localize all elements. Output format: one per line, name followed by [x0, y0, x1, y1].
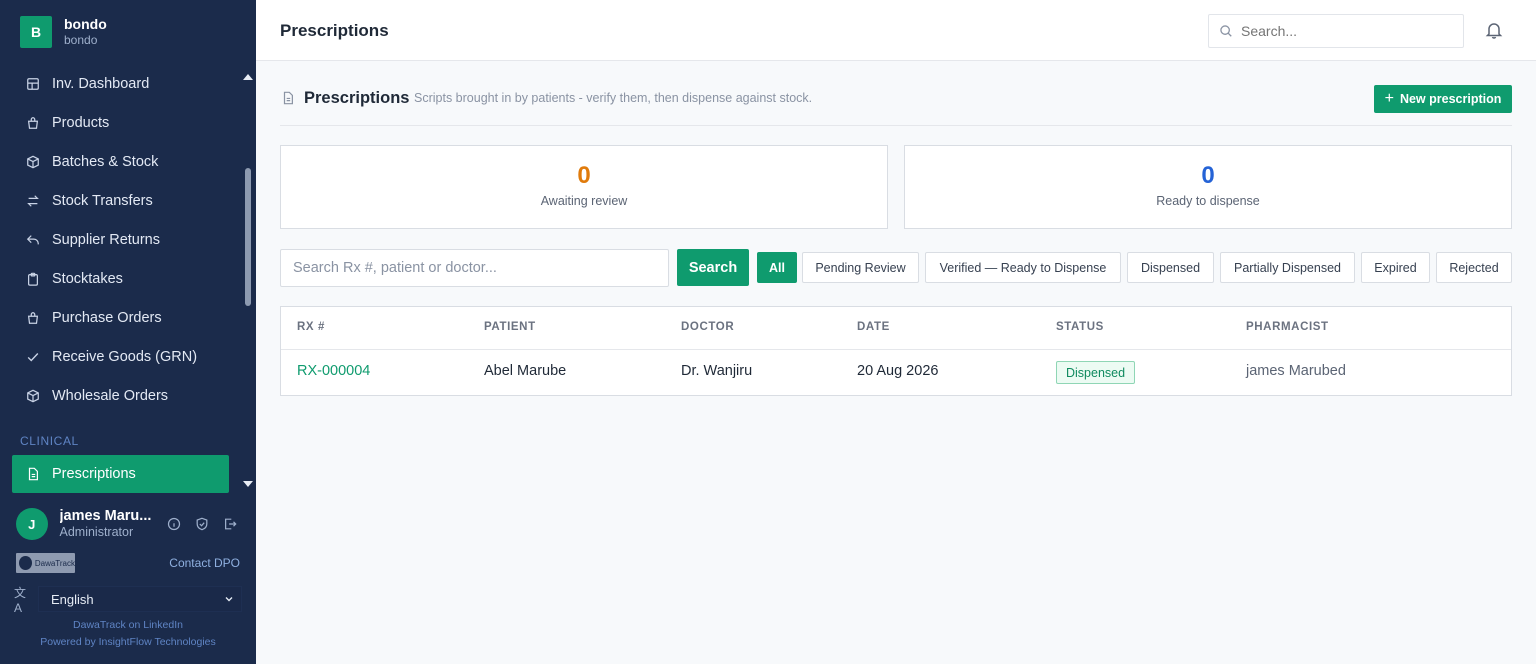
- sidebar-item-purchase-orders[interactable]: Purchase Orders: [12, 298, 240, 337]
- stat-value: 0: [1201, 162, 1215, 189]
- sidebar-item-label: Receive Goods (GRN): [52, 348, 198, 365]
- stat-label: Awaiting review: [540, 193, 628, 208]
- transfer-icon: [27, 194, 39, 207]
- nav-section-clinical: CLINICAL: [20, 434, 79, 448]
- scroll-up-arrow[interactable]: [243, 74, 253, 80]
- search-icon: [1220, 25, 1232, 37]
- sidebar-item-label: Wholesale Orders: [52, 387, 169, 404]
- sidebar-nav: Inv. Dashboard Products Batches & Stock …: [12, 64, 240, 415]
- language-value: English: [51, 591, 94, 607]
- clipboard-icon: [28, 272, 38, 286]
- sidebar-item-label: Stock Transfers: [52, 192, 153, 209]
- sidebar-item-label: Inv. Dashboard: [52, 75, 150, 92]
- avatar[interactable]: J: [16, 508, 48, 540]
- search-button[interactable]: Search: [677, 249, 749, 286]
- filter-chip-verified[interactable]: Verified — Ready to Dispense: [925, 252, 1121, 283]
- sidebar-item-stock-transfers[interactable]: Stock Transfers: [12, 181, 240, 220]
- dawatrack-logo[interactable]: DawaTrack: [16, 553, 75, 573]
- column-header-doctor[interactable]: DOCTOR: [681, 321, 734, 333]
- prescription-search-input[interactable]: [280, 249, 669, 287]
- info-icon[interactable]: [160, 514, 188, 534]
- section-title: Prescriptions: [304, 89, 410, 107]
- bag-icon: [27, 311, 39, 324]
- stat-value: 0: [577, 162, 591, 189]
- sidebar-item-supplier-returns[interactable]: Supplier Returns: [12, 220, 240, 259]
- return-icon: [26, 234, 39, 244]
- prescriptions-table: RX # PATIENT DOCTOR DATE STATUS PHARMACI…: [280, 306, 1512, 396]
- box-icon: [27, 389, 39, 402]
- brand[interactable]: B bondo bondo: [20, 16, 107, 48]
- sidebar-item-inv-dashboard[interactable]: Inv. Dashboard: [12, 64, 240, 103]
- sidebar-item-products[interactable]: Products: [12, 103, 240, 142]
- chevron-down-icon: [225, 597, 233, 602]
- linkedin-link[interactable]: DawaTrack on LinkedIn: [0, 619, 256, 631]
- sidebar: B bondo bondo Inv. Dashboard Products Ba…: [0, 0, 256, 664]
- user-role: Administrator: [59, 525, 134, 540]
- contact-dpo-link[interactable]: Contact DPO: [169, 556, 240, 570]
- column-header-date[interactable]: DATE: [857, 321, 890, 333]
- check-icon: [27, 352, 39, 362]
- sidebar-item-label: Stocktakes: [52, 270, 123, 287]
- filter-chip-pending-review[interactable]: Pending Review: [802, 252, 919, 283]
- sidebar-item-receive-goods[interactable]: Receive Goods (GRN): [12, 337, 240, 376]
- page-header: Prescriptions Scripts brought in by pati…: [280, 85, 1512, 126]
- brand-name: bondo: [64, 16, 107, 33]
- new-prescription-button[interactable]: + New prescription: [1374, 85, 1512, 113]
- bell-icon[interactable]: [1484, 20, 1504, 40]
- brand-logo: B: [20, 16, 52, 48]
- header-divider: [281, 349, 1511, 350]
- sidebar-item-label: Batches & Stock: [52, 153, 159, 170]
- column-header-pharmacist[interactable]: PHARMACIST: [1246, 321, 1329, 333]
- sidebar-item-stocktakes[interactable]: Stocktakes: [12, 259, 240, 298]
- status-badge: Dispensed: [1056, 361, 1136, 384]
- logout-icon[interactable]: [216, 514, 244, 534]
- sidebar-item-label: Purchase Orders: [52, 309, 162, 326]
- filter-chip-expired[interactable]: Expired: [1361, 252, 1430, 283]
- doctor-cell: Dr. Wanjiru: [681, 363, 753, 379]
- column-header-rx[interactable]: RX #: [297, 321, 325, 333]
- date-cell: 20 Aug 2026: [857, 363, 939, 379]
- language-selector: 文A English: [14, 585, 242, 615]
- user-profile: J james Maru... Administrator: [16, 507, 244, 541]
- stat-label: Ready to dispense: [1156, 193, 1260, 208]
- patient-cell: Abel Marube: [484, 363, 567, 379]
- page-title: Prescriptions: [280, 21, 389, 40]
- scroll-down-arrow[interactable]: [243, 481, 253, 487]
- document-icon: [283, 91, 293, 105]
- sidebar-item-label: Products: [52, 114, 110, 131]
- sidebar-item-label: Prescriptions: [52, 466, 136, 482]
- filter-chip-all[interactable]: All: [757, 252, 797, 283]
- stat-awaiting-review[interactable]: 0 Awaiting review: [280, 145, 888, 229]
- sidebar-scrollbar[interactable]: [245, 168, 251, 306]
- column-header-patient[interactable]: PATIENT: [484, 321, 536, 333]
- sidebar-item-prescriptions[interactable]: Prescriptions: [12, 455, 229, 493]
- column-header-status[interactable]: STATUS: [1056, 321, 1104, 333]
- translate-icon: 文A: [14, 585, 27, 615]
- language-select[interactable]: English: [38, 586, 242, 612]
- powered-by-link[interactable]: Powered by InsightFlow Technologies: [0, 636, 256, 648]
- topbar: Prescriptions: [256, 0, 1536, 61]
- section-subtitle: Scripts brought in by patients - verify …: [414, 91, 813, 105]
- bag-icon: [27, 116, 39, 129]
- rx-number-link[interactable]: RX-000004: [297, 363, 370, 379]
- user-name: james Maru...: [59, 507, 152, 524]
- sidebar-item-batches-stock[interactable]: Batches & Stock: [12, 142, 240, 181]
- global-search-input[interactable]: [1241, 23, 1441, 39]
- pharmacist-cell: james Marubed: [1246, 363, 1346, 379]
- sidebar-item-wholesale-orders[interactable]: Wholesale Orders: [12, 376, 240, 415]
- box-icon: [27, 155, 39, 168]
- filter-chip-dispensed[interactable]: Dispensed: [1127, 252, 1214, 283]
- sidebar-item-label: Supplier Returns: [52, 231, 160, 248]
- plus-icon: +: [1384, 90, 1394, 107]
- global-search[interactable]: [1208, 14, 1464, 48]
- dashboard-icon: [27, 77, 39, 90]
- document-icon: [28, 467, 38, 481]
- stat-ready-to-dispense[interactable]: 0 Ready to dispense: [904, 145, 1512, 229]
- filter-chip-partially-dispensed[interactable]: Partially Dispensed: [1220, 252, 1355, 283]
- brand-subtitle: bondo: [64, 33, 98, 48]
- filter-chip-rejected[interactable]: Rejected: [1436, 252, 1512, 283]
- shield-icon[interactable]: [188, 514, 216, 534]
